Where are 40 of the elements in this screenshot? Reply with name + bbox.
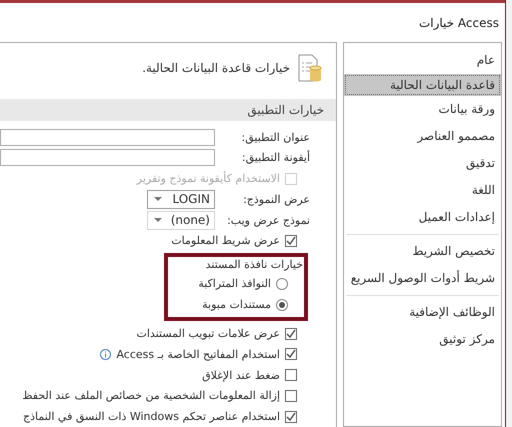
input-field[interactable] xyxy=(0,149,215,166)
field-label: عرض النموذج: xyxy=(242,192,310,206)
checkbox-label: الاستخدام كأيقونة نموذج وتقرير xyxy=(136,172,280,186)
sidebar-item[interactable]: اللغة xyxy=(344,177,501,204)
checkbox-label: إزالة المعلومات الشخصية من خصائص الملف عند الحفظ xyxy=(22,389,280,402)
field-label: أيقونة التطبيق: xyxy=(240,151,310,164)
sidebar-item[interactable]: مركز توثيق xyxy=(344,326,501,353)
sidebar-item[interactable]: تدقيق xyxy=(344,150,501,177)
sidebar-item[interactable]: مصممو العناصر xyxy=(344,123,501,150)
checkbox[interactable] xyxy=(285,369,297,382)
section-header: خيارات التطبيق xyxy=(0,98,336,121)
field-label: نموذج عرض ويب: xyxy=(226,214,310,227)
sidebar-item[interactable]: عام xyxy=(344,47,501,74)
dropdown[interactable]: LOGIN xyxy=(147,190,215,209)
radio-button[interactable] xyxy=(276,298,288,311)
checkbox-label: استخدام عناصر تحكم Windows ذات النسق في النماذج xyxy=(22,410,280,424)
group-title: خيارات نافذة المستند xyxy=(204,257,304,274)
checkbox[interactable] xyxy=(285,234,297,247)
sidebar-item[interactable]: الوظائف الإضافية xyxy=(344,299,501,326)
sidebar-item[interactable]: تخصيص الشريط xyxy=(344,238,501,265)
sidebar-item[interactable]: شريط أدوات الوصول السريع xyxy=(344,265,501,292)
input-field[interactable] xyxy=(0,128,215,146)
radio-label: مستندات مبوبة xyxy=(202,298,271,312)
radio-button[interactable] xyxy=(276,278,288,290)
window-title: خيارات Access xyxy=(418,16,499,30)
page-heading: خيارات قاعدة البيانات الحالية. xyxy=(142,60,290,75)
checkbox[interactable] xyxy=(285,390,297,402)
checkbox[interactable] xyxy=(285,348,297,360)
sidebar-item[interactable]: إعدادات العميل xyxy=(344,204,501,231)
checkbox-label: عرض علامات تبويب المستندات xyxy=(136,327,280,340)
checkbox-label: عرض شريط المعلومات xyxy=(171,234,280,248)
checkbox[interactable] xyxy=(285,328,297,340)
sidebar-item[interactable]: ورقة بيانات xyxy=(344,96,501,123)
field-label: عنوان التطبيق: xyxy=(240,130,310,144)
checkbox-label: استخدام المفاتيح الخاصة بـ Access xyxy=(116,348,280,361)
radio-label: النوافذ المتراكبة xyxy=(198,277,271,290)
checkbox[interactable] xyxy=(285,410,297,423)
checkbox-label: ضغط عند الإغلاق xyxy=(202,368,280,382)
database-icon xyxy=(298,54,322,82)
sidebar-item[interactable]: قاعدة البيانات الحالية xyxy=(344,74,501,96)
